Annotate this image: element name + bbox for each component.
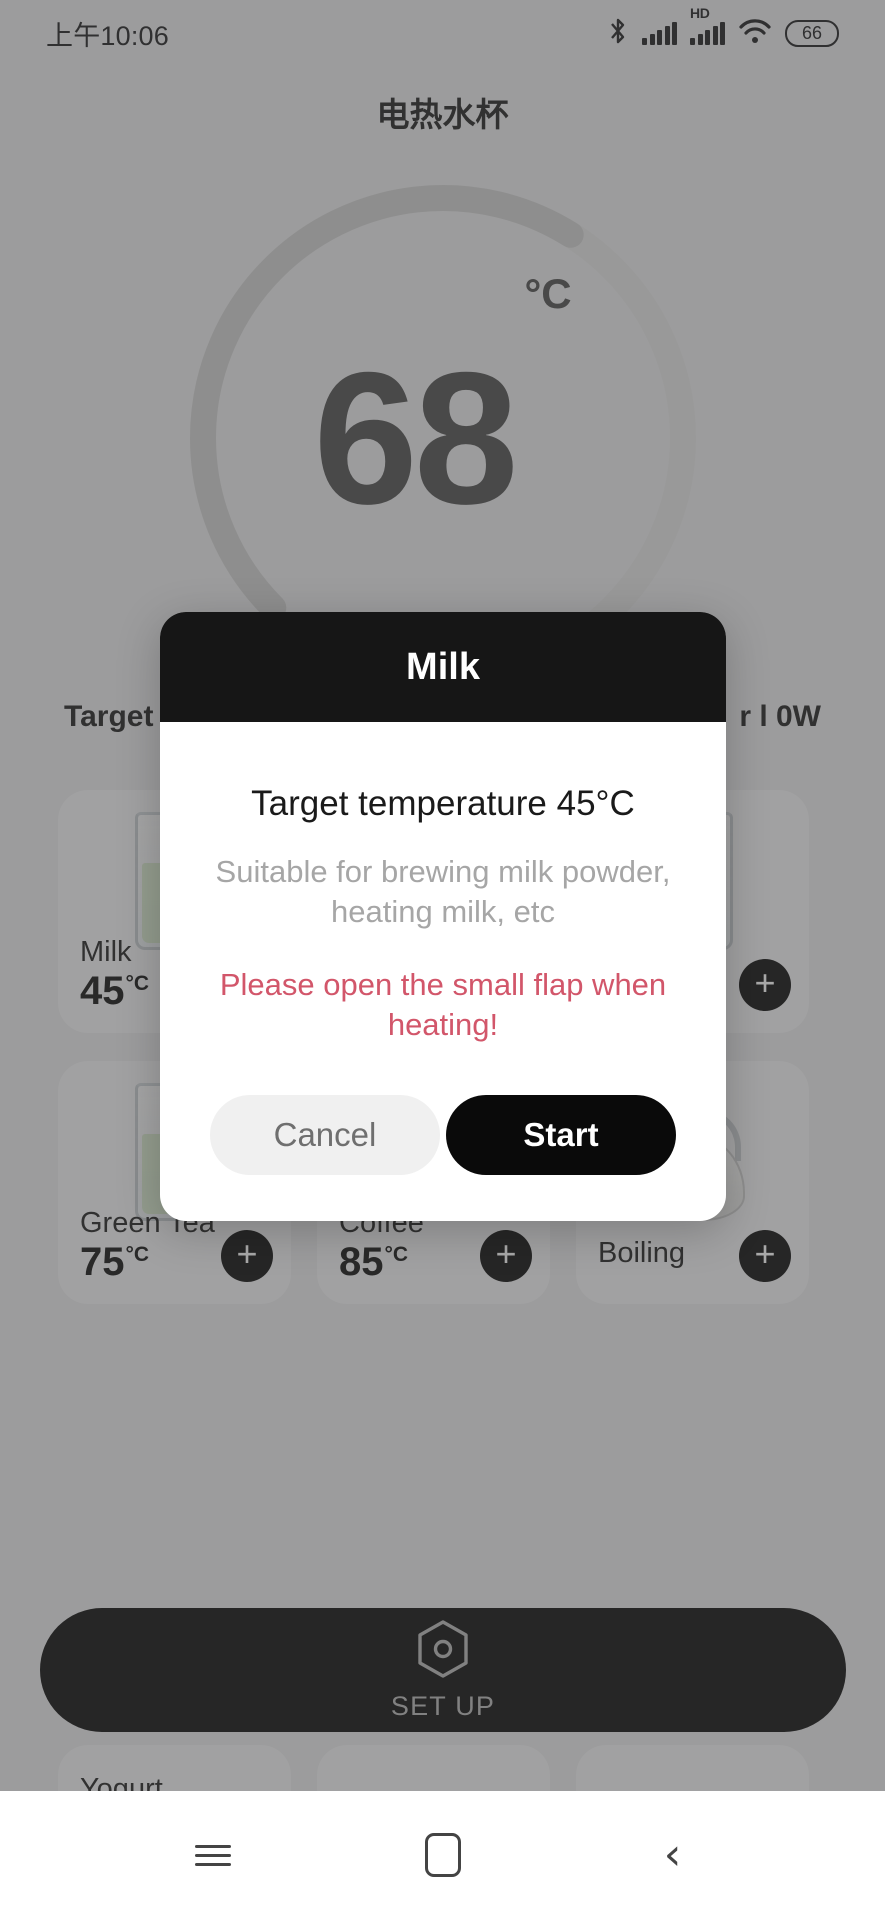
dialog-actions: Cancel Start [204,1094,682,1175]
page-title: 电热水杯 [376,96,509,133]
preset-card-footer: Boiling + [598,1230,791,1282]
preset-name: Yogurt [80,1773,163,1791]
dialog-title: Milk [406,645,480,688]
status-time: 上午10:06 [46,20,169,51]
preset-unit: °C [384,1242,409,1266]
info-power-label: r l 0W [739,700,821,733]
milk-preset-dialog: Milk Target temperature 45°C Suitable fo… [160,612,726,1221]
set-up-label: SET UP [390,1691,496,1721]
signal-icon [642,21,677,45]
menu-icon[interactable] [178,1820,248,1890]
cancel-button[interactable]: Cancel [210,1094,440,1175]
dialog-target-temperature: Target temperature 45°C [251,784,635,823]
preset-card-partial-2[interactable] [317,1745,550,1791]
battery-icon: 66 [785,19,839,47]
gauge-unit: °C [524,270,572,317]
preset-card-partial-3[interactable] [576,1745,809,1791]
preset-temp: 75 [80,1240,125,1284]
preset-add-button[interactable]: + [480,1230,532,1282]
hd-signal-icon: HD [690,5,725,45]
preset-add-button[interactable]: + [221,1230,273,1282]
preset-card-yogurt[interactable]: Yogurt [58,1745,291,1791]
plus-icon: + [495,1233,517,1274]
preset-name: Boiling [598,1236,686,1269]
bottom-preset-row: Yogurt [0,1745,885,1791]
wifi-icon [738,17,772,50]
preset-unit: °C [125,971,150,995]
set-up-button[interactable]: SET UP [40,1608,846,1732]
dialog-warning: Please open the small flap when heating! [219,967,667,1043]
dialog-header: Milk [160,612,726,722]
start-button[interactable]: Start [446,1094,676,1175]
preset-temp: 85 [339,1240,384,1284]
status-icons: HD 66 [607,5,839,50]
bluetooth-icon [607,17,629,50]
android-nav-bar: ‹ [0,1791,885,1919]
hd-label: HD [690,5,710,21]
preset-name: Milk [80,935,132,968]
plus-icon: + [236,1233,258,1274]
plus-icon: + [754,1233,776,1274]
preset-unit: °C [125,1242,150,1266]
dialog-description: Suitable for brewing milk powder, heatin… [215,854,671,929]
preset-temp: 45 [80,969,125,1013]
preset-add-button[interactable]: + [739,1230,791,1282]
status-bar: 上午10:06 HD 66 [0,0,885,66]
gauge-temperature: 68 [313,333,518,543]
home-icon[interactable] [408,1820,478,1890]
info-target-label: Target [64,700,154,733]
preset-add-button[interactable]: + [739,959,791,1011]
hexagon-gear-icon [414,1618,472,1685]
dialog-body: Target temperature 45°C Suitable for bre… [160,722,726,1221]
plus-icon: + [754,962,776,1003]
phone-screen: 上午10:06 HD 66 电热水杯 68 °C Target r l 0W M… [0,0,885,1919]
back-icon[interactable]: ‹ [638,1820,708,1890]
